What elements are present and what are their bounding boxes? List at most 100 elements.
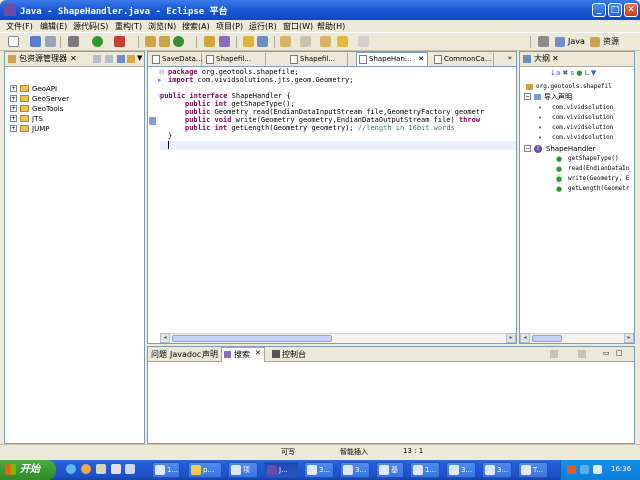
expand-icon[interactable]: +: [10, 105, 17, 112]
ie-icon[interactable]: [66, 464, 76, 474]
tab-console[interactable]: 控制台: [282, 348, 306, 362]
taskbar-item[interactable]: 项: [228, 462, 258, 478]
sort-icon[interactable]: ↓a: [550, 69, 560, 77]
taskbar-item-active[interactable]: J...: [264, 462, 298, 478]
menu-window[interactable]: 窗口(W): [283, 21, 313, 32]
new-package-icon[interactable]: [159, 36, 170, 47]
code-line[interactable]: import com.vividsolutions.jts.geom.Geome…: [168, 76, 353, 84]
taskbar-item[interactable]: 基: [376, 462, 404, 478]
tab-problems[interactable]: 问题: [151, 348, 167, 362]
link-editor-icon[interactable]: [127, 55, 135, 63]
scroll-left-icon[interactable]: ◂: [160, 333, 170, 343]
code-line[interactable]: public int getShapeType();: [185, 100, 295, 108]
editor-tab[interactable]: SaveData...: [150, 53, 203, 66]
open-perspective-icon[interactable]: [538, 36, 549, 47]
clock[interactable]: 16:36: [611, 465, 631, 473]
editor-tab[interactable]: CommonCa...: [432, 53, 494, 66]
code-line[interactable]: public Geometry read(EndianDataInputStre…: [185, 108, 484, 116]
menu-help[interactable]: 帮助(H): [317, 21, 345, 32]
collapse-icon[interactable]: −: [524, 145, 531, 152]
hide-static-icon[interactable]: s: [571, 69, 575, 77]
expand-icon[interactable]: +: [10, 95, 17, 102]
menu-source[interactable]: 源代码(S): [73, 21, 108, 32]
scroll-thumb[interactable]: [532, 335, 562, 342]
menu-refactor[interactable]: 重构(T): [115, 21, 142, 32]
tab-javadoc[interactable]: Javadoc: [170, 348, 201, 362]
editor-tab-active[interactable]: ShapeHan... ✕: [356, 52, 428, 66]
back-nav-icon[interactable]: [93, 55, 101, 63]
perspective-resource[interactable]: 资源: [590, 35, 619, 49]
tray-icon[interactable]: [567, 465, 576, 474]
outline-method-selected[interactable]: ● write(Geometry, E: [556, 174, 629, 184]
back-icon[interactable]: [337, 36, 348, 47]
outline-import[interactable]: • com.vividsolution: [538, 123, 613, 133]
new-java-project-icon[interactable]: [145, 36, 156, 47]
close-tab-icon[interactable]: ✕: [418, 53, 424, 66]
outline-import[interactable]: • com.vividsolution: [538, 103, 613, 113]
close-button[interactable]: ✕: [624, 3, 638, 17]
save-icon[interactable]: [30, 36, 41, 47]
minimize-view-icon[interactable]: ▭: [603, 349, 610, 357]
code-line[interactable]: }: [168, 132, 172, 140]
quicklaunch-icon[interactable]: [111, 464, 121, 474]
taskbar-item[interactable]: T...: [518, 462, 548, 478]
search-icon[interactable]: [219, 36, 230, 47]
previous-annotation-icon[interactable]: [300, 36, 311, 47]
editor-horizontal-scrollbar[interactable]: ◂ ▸: [160, 333, 516, 343]
code-line[interactable]: public void write(Geometry geometry,Endi…: [185, 116, 480, 124]
expand-icon[interactable]: +: [10, 125, 17, 132]
taskbar-item[interactable]: 3...: [304, 462, 334, 478]
view-menu-icon[interactable]: ▼: [137, 54, 142, 62]
editor-list-icon[interactable]: »: [508, 54, 512, 62]
taskbar-item[interactable]: 1...: [152, 462, 180, 478]
menu-navigate[interactable]: 浏览(N): [148, 21, 176, 32]
collapse-icon[interactable]: −: [524, 93, 531, 100]
scroll-right-icon[interactable]: ▸: [624, 333, 634, 343]
quicklaunch-icon[interactable]: [96, 464, 106, 474]
tab-search-active[interactable]: 搜索 ✕: [221, 347, 265, 362]
tab-declaration[interactable]: 声明: [202, 348, 218, 362]
menu-run[interactable]: 运行(R): [249, 21, 277, 32]
editor-tab[interactable]: Shapefil...: [204, 53, 266, 66]
menu-file[interactable]: 文件(F): [6, 21, 33, 32]
network-icon[interactable]: [580, 465, 589, 474]
title-bar[interactable]: Java - ShapeHandler.java - Eclipse 平台 _ …: [0, 0, 640, 20]
fold-icon[interactable]: ⊖: [159, 68, 165, 76]
editor-tab[interactable]: Shapefil...: [288, 53, 348, 66]
hide-local-icon[interactable]: L: [585, 69, 589, 77]
close-view-icon[interactable]: ✕: [552, 54, 559, 63]
close-tab-icon[interactable]: ✕: [255, 349, 261, 357]
perspective-java[interactable]: Java: [555, 35, 585, 49]
maximize-button[interactable]: □: [608, 3, 622, 17]
open-type-icon[interactable]: [204, 36, 215, 47]
debug-icon[interactable]: [68, 36, 79, 47]
outline-method[interactable]: ● read(EndianDataIn: [556, 164, 629, 174]
fold-icon[interactable]: ▸: [158, 76, 162, 84]
scroll-thumb[interactable]: [172, 335, 332, 342]
hide-fields-icon[interactable]: ✖: [562, 69, 568, 77]
taskbar-item[interactable]: 3...: [446, 462, 476, 478]
mark-occurrences-icon[interactable]: [243, 36, 254, 47]
hide-nonpublic-icon[interactable]: ●: [576, 69, 582, 77]
code-line[interactable]: package org.geotools.shapefile;: [168, 68, 299, 76]
menu-search[interactable]: 搜索(A): [182, 21, 210, 32]
run-icon[interactable]: [92, 36, 103, 47]
volume-icon[interactable]: [593, 465, 602, 474]
close-view-icon[interactable]: ✕: [70, 54, 77, 63]
expand-icon[interactable]: +: [10, 85, 17, 92]
external-tools-icon[interactable]: [114, 36, 125, 47]
code-line[interactable]: public int getLength(Geometry geometry);…: [185, 124, 455, 132]
outline-horizontal-scrollbar[interactable]: ◂ ▸: [520, 333, 634, 343]
collapse-all-icon[interactable]: [117, 55, 125, 63]
menu-edit[interactable]: 编辑(E): [40, 21, 67, 32]
clear-icon[interactable]: [550, 350, 558, 358]
outline-method[interactable]: ● getShapeType(): [556, 154, 619, 164]
scroll-left-icon[interactable]: ◂: [520, 333, 530, 343]
view-menu-icon[interactable]: ▼: [591, 69, 596, 77]
taskbar-item[interactable]: 3...: [340, 462, 370, 478]
new-class-icon[interactable]: [173, 36, 184, 47]
quicklaunch-icon[interactable]: [125, 464, 135, 474]
taskbar-item[interactable]: 3...: [482, 462, 512, 478]
expand-icon[interactable]: +: [10, 115, 17, 122]
outline-import[interactable]: • com.vividsolution: [538, 133, 613, 143]
